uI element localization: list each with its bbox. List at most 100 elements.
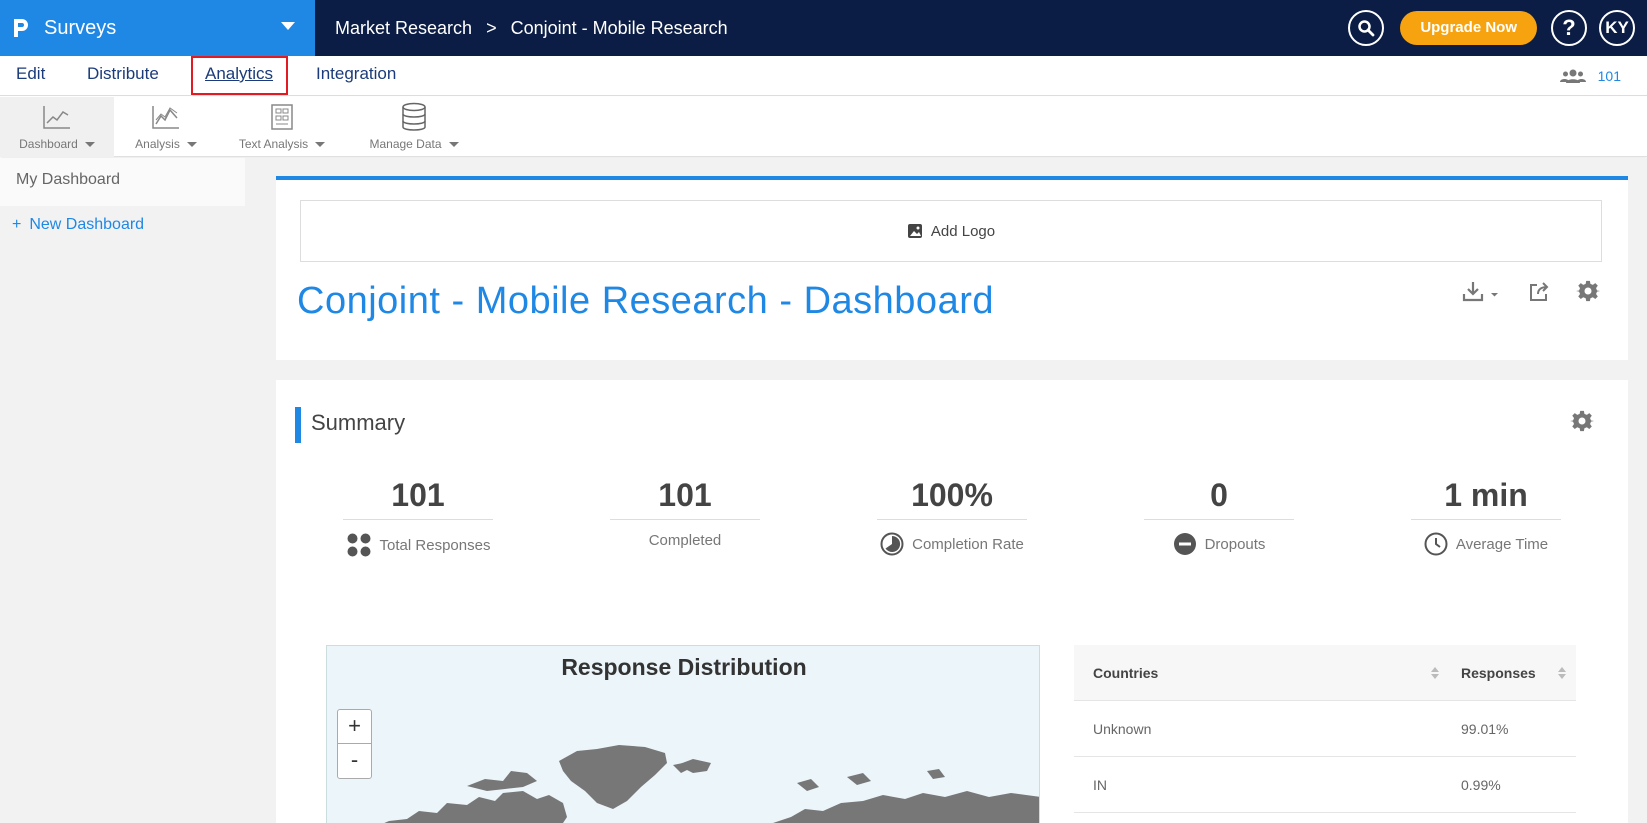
zoom-in-button[interactable]: +	[338, 710, 371, 744]
dashboard-header-card: Add Logo Conjoint - Mobile Research - Da…	[276, 176, 1628, 360]
toolbar-text-analysis-label: Text Analysis	[238, 137, 309, 151]
response-count-value: 101	[1597, 68, 1621, 84]
line-chart-icon	[42, 103, 72, 131]
avatar[interactable]: KY	[1599, 10, 1635, 46]
new-dashboard-label: New Dashboard	[29, 216, 145, 233]
questionpro-logo-icon	[12, 17, 30, 39]
breadcrumb-current: Conjoint - Mobile Research	[510, 17, 728, 38]
top-bar: Surveys Market Research > Conjoint - Mob…	[0, 0, 1647, 56]
upgrade-now-button[interactable]: Upgrade Now	[1400, 11, 1537, 45]
database-icon	[401, 102, 427, 131]
cell-responses: 0.99%	[1461, 776, 1501, 793]
cell-country: IN	[1093, 776, 1107, 793]
dots-icon	[346, 532, 372, 558]
tab-distribute[interactable]: Distribute	[87, 56, 159, 96]
breadcrumb-parent[interactable]: Market Research	[335, 18, 472, 39]
app-name: Surveys	[44, 16, 117, 39]
share-button[interactable]	[1528, 281, 1550, 303]
download-button[interactable]	[1462, 280, 1502, 304]
stat-total-responses: 101 Total Responses	[343, 470, 493, 558]
world-map-land	[384, 745, 1039, 823]
table-row: Unknown 99.01%	[1074, 701, 1576, 757]
summary-title: Summary	[311, 410, 406, 435]
column-header-responses-label: Responses	[1461, 664, 1536, 681]
summary-card: Summary 101 Total Responses 101 Complete…	[276, 380, 1628, 823]
stat-label: Average Time	[1455, 535, 1549, 553]
sort-icon	[1558, 666, 1566, 679]
stat-label: Completed	[648, 532, 722, 549]
dashboard-settings-button[interactable]	[1576, 280, 1600, 304]
text-analysis-icon	[269, 103, 295, 131]
search-icon	[1358, 20, 1375, 37]
cell-responses: 99.01%	[1461, 720, 1509, 737]
gear-icon	[1576, 280, 1600, 302]
dashboard-main: Add Logo Conjoint - Mobile Research - Da…	[245, 158, 1647, 823]
header-actions: Upgrade Now ? KY	[1348, 0, 1647, 56]
clock-icon	[1424, 532, 1448, 556]
stat-value: 0	[1144, 470, 1294, 520]
chevron-down-icon	[281, 22, 295, 30]
main-tabs: Edit Distribute Analytics Integration 10…	[0, 56, 1647, 96]
stat-value: 100%	[877, 470, 1027, 520]
map-title: Response Distribution	[561, 654, 807, 680]
add-logo-button[interactable]: Add Logo	[300, 200, 1602, 262]
stat-label: Completion Rate	[912, 535, 1024, 553]
tab-edit[interactable]: Edit	[16, 56, 45, 96]
sidebar-item-my-dashboard[interactable]: My Dashboard	[0, 158, 245, 206]
add-logo-label: Add Logo	[930, 222, 996, 240]
toolbar-analysis-label: Analysis	[135, 137, 180, 151]
column-header-countries-label: Countries	[1093, 664, 1159, 681]
analysis-chart-icon	[151, 103, 181, 131]
toolbar-analysis[interactable]: Analysis	[126, 97, 206, 157]
response-count[interactable]: 101	[1559, 56, 1621, 96]
stat-completion-rate: 100% Completion Rate	[877, 470, 1027, 556]
app-switcher[interactable]: Surveys	[0, 0, 315, 56]
caret-down-icon	[315, 141, 326, 147]
table-header-row: Countries Responses	[1074, 645, 1576, 701]
countries-table: Countries Responses Unknown 99.01% IN 0.…	[1074, 645, 1576, 813]
caret-down-icon	[186, 141, 197, 147]
dashboard-actions	[1436, 280, 1600, 304]
search-button[interactable]	[1348, 10, 1385, 46]
tab-integration[interactable]: Integration	[316, 56, 396, 96]
minus-circle-icon	[1173, 532, 1197, 556]
toolbar-dashboard[interactable]: Dashboard	[0, 97, 114, 157]
help-button[interactable]: ?	[1551, 10, 1587, 46]
table-row: IN 0.99%	[1074, 757, 1576, 813]
users-icon	[1559, 68, 1586, 84]
stat-label: Total Responses	[379, 536, 491, 554]
column-header-countries[interactable]: Countries	[1074, 665, 1449, 681]
stat-dropouts: 0 Dropouts	[1144, 470, 1294, 556]
response-distribution-map[interactable]: Response Distribution + -	[326, 645, 1040, 823]
page-title: Conjoint - Mobile Research - Dashboard	[297, 280, 994, 322]
caret-down-icon	[448, 141, 459, 147]
breadcrumb-separator: >	[486, 17, 497, 38]
stat-value: 101	[610, 470, 760, 520]
plus-icon: +	[12, 216, 22, 233]
dashboard-sidebar: My Dashboard + New Dashboard	[0, 158, 245, 823]
summary-stats: 101 Total Responses 101 Completed 100% C…	[276, 470, 1628, 580]
stat-label: Dropouts	[1204, 535, 1266, 553]
toolbar-manage-data[interactable]: Manage Data	[364, 97, 464, 157]
breadcrumb: Market Research > Conjoint - Mobile Rese…	[335, 0, 728, 56]
gear-icon	[1570, 410, 1594, 432]
analytics-toolbar: Dashboard Analysis Text Analysis Manage …	[0, 97, 1647, 157]
new-dashboard-link[interactable]: + New Dashboard	[0, 216, 245, 234]
summary-settings-button[interactable]	[1570, 410, 1594, 439]
stat-average-time: 1 min Average Time	[1411, 470, 1561, 556]
download-icon	[1462, 282, 1498, 302]
toolbar-dashboard-label: Dashboard	[19, 137, 78, 151]
column-header-responses[interactable]: Responses	[1449, 665, 1576, 681]
stat-value: 1 min	[1411, 470, 1561, 520]
image-icon	[907, 223, 923, 239]
sort-icon	[1431, 666, 1439, 679]
cell-country: Unknown	[1093, 720, 1152, 737]
tab-analytics[interactable]: Analytics	[205, 56, 273, 96]
share-icon	[1530, 282, 1549, 301]
pie-icon	[880, 532, 904, 556]
summary-accent-bar	[295, 407, 301, 443]
toolbar-manage-data-label: Manage Data	[369, 137, 442, 151]
caret-down-icon	[84, 141, 95, 147]
stat-completed: 101 Completed	[610, 470, 760, 549]
toolbar-text-analysis[interactable]: Text Analysis	[232, 97, 332, 157]
